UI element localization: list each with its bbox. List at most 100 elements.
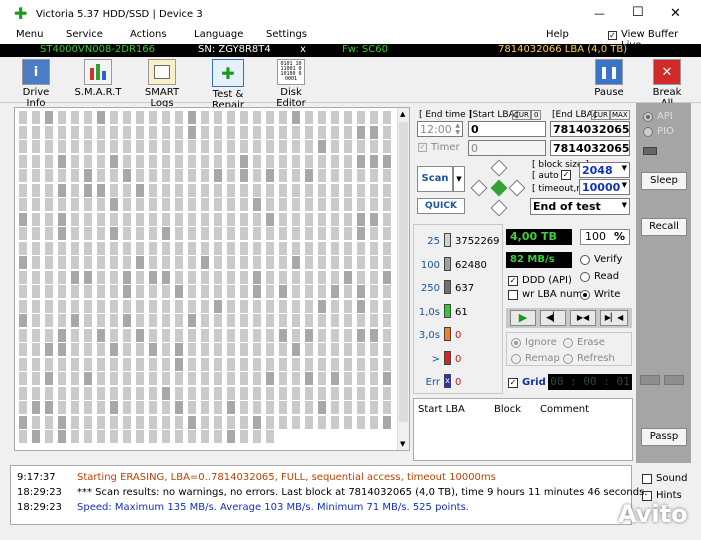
recall-button[interactable]: Recall: [641, 218, 687, 236]
verify-radio[interactable]: [580, 255, 590, 265]
scan-dropdown-button[interactable]: ▼: [453, 166, 465, 192]
timer-checkbox[interactable]: ✓: [418, 143, 427, 152]
ddd-label: DDD (API): [522, 275, 572, 286]
block-cell: [214, 415, 222, 429]
block-cell: [344, 125, 352, 139]
wr-lba-checkbox[interactable]: [508, 290, 518, 300]
size-readout: 4,00 TB: [506, 229, 572, 245]
disk-editor-button[interactable]: 0101 10 11001 0 10100 0 0001 Disk Editor: [266, 59, 316, 109]
to-end-icon[interactable]: ▶▏◀: [600, 310, 628, 326]
block-cell: [19, 169, 27, 182]
block-cell: [357, 270, 365, 284]
quick-button[interactable]: QUICK: [417, 198, 465, 214]
device-close-button[interactable]: x: [300, 44, 306, 55]
block-cell: [123, 212, 131, 226]
remap-radio[interactable]: [511, 354, 521, 364]
refresh-radio[interactable]: [563, 354, 573, 364]
block-cell: [58, 125, 66, 139]
minimize-button[interactable]: —: [594, 7, 605, 20]
block-cell: [266, 343, 274, 356]
skip-icon[interactable]: ▶◀: [570, 310, 596, 326]
end-lba-max-button[interactable]: MAX: [610, 110, 630, 120]
scan-button[interactable]: Scan: [417, 166, 453, 192]
pause-label: Pause: [594, 87, 624, 98]
pio-radio[interactable]: [643, 127, 653, 137]
smart-button[interactable]: S.M.A.R.T: [74, 59, 122, 98]
arrow-down-icon[interactable]: [490, 199, 508, 217]
close-window-button[interactable]: ✕: [670, 6, 681, 21]
small-button-2[interactable]: [664, 375, 684, 385]
timeout-select[interactable]: 10000 ▼: [579, 179, 630, 195]
start-lba-input[interactable]: 0: [468, 121, 546, 137]
write-radio[interactable]: [580, 290, 590, 300]
block-cell: [214, 285, 222, 298]
menu-item-language[interactable]: Language: [194, 29, 243, 40]
block-cell: [71, 314, 79, 327]
block-cell: [71, 198, 79, 211]
menu-item-settings[interactable]: Settings: [266, 29, 307, 40]
pause-button[interactable]: ❚❚ Pause: [590, 59, 628, 98]
sleep-button[interactable]: Sleep: [641, 172, 687, 190]
block-map-scrollbar[interactable]: ▲ ▼: [397, 108, 409, 450]
start-lba-cur-button[interactable]: CUR: [512, 110, 531, 120]
view-buffer-checkbox[interactable]: ✓: [608, 31, 617, 40]
block-cell: [318, 386, 326, 400]
scroll-up-icon[interactable]: ▲: [400, 110, 405, 118]
start-lba-zero-button[interactable]: 0: [531, 110, 542, 120]
block-cell: [201, 198, 209, 211]
timer-input[interactable]: 0: [468, 140, 546, 156]
end-time-input[interactable]: 12:00 ▲ ▼: [417, 121, 463, 137]
passp-button[interactable]: Passp: [641, 428, 687, 446]
menu-item-help[interactable]: Help: [546, 29, 569, 40]
block-cell: [188, 125, 196, 139]
block-cell: [240, 154, 248, 168]
arrow-left-icon[interactable]: [470, 179, 488, 197]
smart-logs-button[interactable]: SMART Logs: [132, 59, 192, 109]
api-radio[interactable]: [643, 112, 653, 122]
ignore-radio[interactable]: [511, 338, 521, 348]
end-lba-cur-button[interactable]: CUR: [591, 110, 610, 120]
sound-checkbox[interactable]: [642, 474, 652, 484]
read-radio[interactable]: [580, 272, 590, 282]
block-cell: [58, 401, 66, 414]
end-lba-input-2[interactable]: 7814032065: [550, 140, 630, 156]
block-cell: [58, 314, 66, 327]
maximize-button[interactable]: ☐: [632, 5, 644, 20]
direction-pad[interactable]: [470, 159, 526, 217]
end-lba-input[interactable]: 7814032065: [550, 121, 630, 137]
block-cell: [162, 386, 170, 400]
small-button-1[interactable]: [640, 375, 660, 385]
window-title: Victoria 5.37 HDD/SSD | Device 3: [36, 9, 203, 20]
menu-item-actions[interactable]: Actions: [130, 29, 167, 40]
block-cell: [344, 299, 352, 313]
block-cell: [84, 212, 92, 226]
rewind-icon[interactable]: ◀▏: [540, 310, 566, 326]
ddd-checkbox[interactable]: ✓: [508, 276, 518, 286]
column-comment[interactable]: Comment: [540, 404, 589, 415]
end-action-select[interactable]: End of test ▼: [530, 198, 630, 215]
play-icon[interactable]: ▶: [510, 310, 536, 326]
arrow-up-icon[interactable]: [490, 159, 508, 177]
block-cell: [292, 140, 300, 153]
column-start-lba[interactable]: Start LBA: [418, 404, 465, 415]
break-all-button[interactable]: ✕ Break All: [646, 59, 688, 109]
column-block[interactable]: Block: [494, 404, 521, 415]
scroll-down-icon[interactable]: ▼: [400, 440, 405, 448]
menu-item-service[interactable]: Service: [66, 29, 103, 40]
test-repair-button[interactable]: ✚ Test & Repair: [198, 59, 258, 111]
menu-item-menu[interactable]: Menu: [16, 29, 43, 40]
auto-checkbox[interactable]: ✓: [561, 170, 571, 180]
block-cell: [188, 357, 196, 371]
block-cell: [71, 328, 79, 342]
arrow-right-icon[interactable]: [508, 179, 526, 197]
scroll-thumb[interactable]: [399, 122, 408, 422]
block-cell: [188, 328, 196, 342]
block-cell: [45, 140, 53, 153]
block-size-select[interactable]: 2048 ▼: [579, 162, 630, 178]
end-lba-label: [End LBA]: [552, 110, 597, 120]
drive-info-button[interactable]: i Drive Info: [14, 59, 58, 109]
erase-radio[interactable]: [563, 338, 573, 348]
grid-checkbox[interactable]: ✓: [508, 378, 518, 388]
block-cell: [84, 430, 92, 443]
block-cell: [305, 299, 313, 313]
